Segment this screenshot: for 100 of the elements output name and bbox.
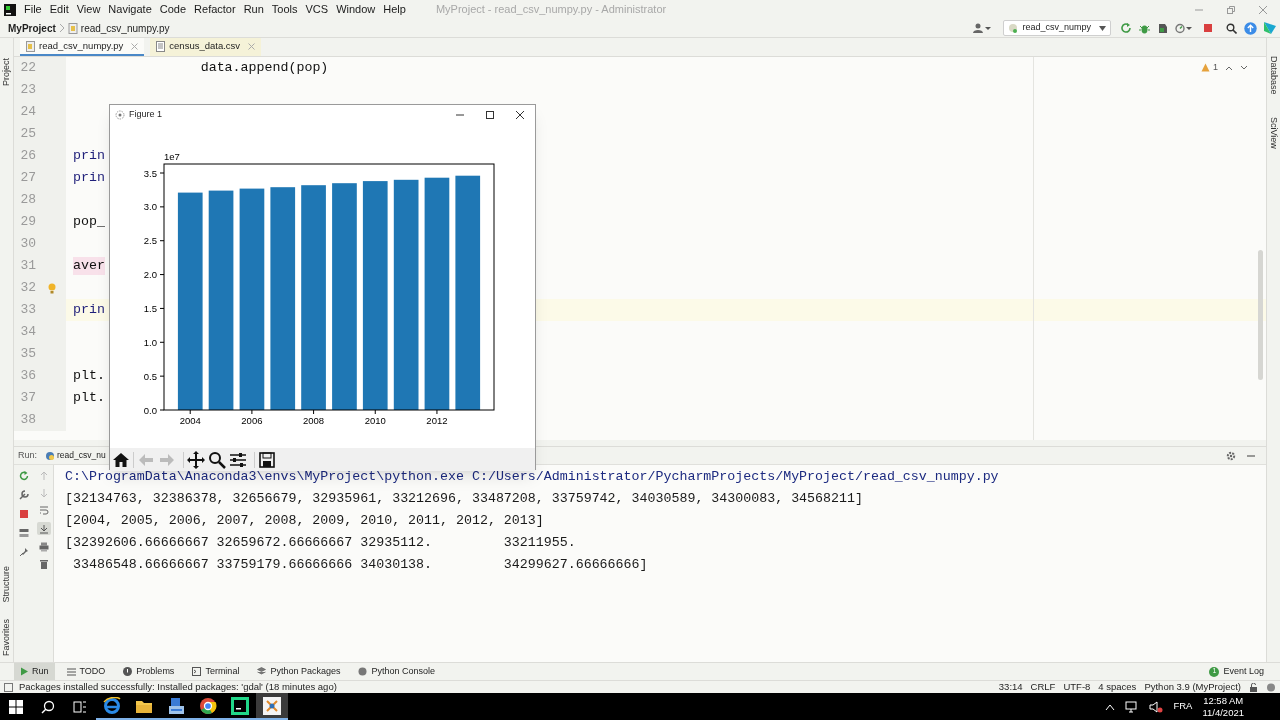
- chevron-icon: [57, 23, 66, 33]
- stop-icon[interactable]: [1203, 23, 1213, 33]
- code-text: pop_: [73, 213, 105, 231]
- tick-label: 0.0: [143, 404, 157, 416]
- scrollbar-thumb[interactable]: [1258, 250, 1263, 380]
- wrench-icon[interactable]: [19, 490, 29, 500]
- rerun-icon[interactable]: [19, 471, 29, 481]
- taskbar-app-button[interactable]: [256, 693, 288, 720]
- network-icon[interactable]: [1125, 700, 1140, 713]
- close-icon[interactable]: [515, 110, 525, 120]
- code-text: aver: [73, 257, 105, 275]
- python-file-icon: [67, 22, 78, 34]
- side-panel-tab[interactable]: Favorites: [0, 619, 14, 656]
- trash-icon[interactable]: [38, 559, 49, 569]
- tool-window-tab[interactable]: Run: [14, 663, 55, 680]
- tool-window-tab[interactable]: Problems: [117, 663, 181, 680]
- warning-icon: [1201, 63, 1210, 73]
- status-message: Packages installed successfully: Installed packages: 'gdal' (18 minutes ago): [19, 679, 337, 694]
- pan-icon[interactable]: [187, 450, 205, 469]
- soft-wrap-icon[interactable]: [38, 505, 49, 515]
- pin-icon[interactable]: [19, 547, 29, 557]
- line-number: 22: [19, 59, 36, 78]
- status-item[interactable]: 4 spaces: [1098, 679, 1137, 695]
- next-icon[interactable]: [1240, 64, 1248, 71]
- tick-mark: [189, 409, 191, 415]
- menu-item[interactable]: File: [20, 1, 46, 18]
- status-item[interactable]: UTF-8: [1063, 679, 1091, 695]
- side-panel-tab[interactable]: Project: [0, 58, 14, 86]
- profiler-icon[interactable]: [1175, 22, 1193, 34]
- tick-label: 2.5: [143, 235, 157, 247]
- tick-label: 2012: [426, 415, 448, 426]
- maximize-icon[interactable]: [485, 110, 495, 120]
- zoom-icon[interactable]: [208, 450, 226, 469]
- script-tab[interactable]: read_csv_nu: [43, 447, 106, 464]
- menu-item[interactable]: Edit: [45, 1, 73, 18]
- lightbulb-icon[interactable]: [48, 282, 56, 294]
- line-number: 24: [19, 103, 36, 122]
- breadcrumb-item[interactable]: read_csv_numpy.py: [80, 20, 170, 36]
- editor-tab[interactable]: read_csv_numpy.py: [20, 38, 145, 56]
- console-output-line: [32392606.66666667 32659672.66666667 32935112. 33211955.: [65, 534, 577, 552]
- menu-item[interactable]: Tools: [267, 1, 302, 18]
- search-icon[interactable]: [1226, 22, 1237, 34]
- scroll-to-end-button[interactable]: [36, 522, 51, 535]
- list-icon: [66, 667, 76, 676]
- restore-icon[interactable]: [1226, 4, 1236, 15]
- console-output-line: [2004, 2005, 2006, 2007, 2008, 2009, 2010, 2011, 2012, 2013]: [65, 512, 545, 530]
- volume-muted-icon[interactable]: [1149, 700, 1164, 713]
- menu-item[interactable]: Run: [239, 1, 268, 18]
- code-text: prin: [73, 169, 105, 187]
- code-text: prin: [73, 147, 105, 165]
- line-number: 29: [19, 213, 36, 232]
- update-icon[interactable]: [1244, 21, 1257, 35]
- tray-expand-icon[interactable]: [1105, 702, 1116, 711]
- layout-icon[interactable]: [19, 528, 29, 538]
- menu-item[interactable]: Navigate: [104, 1, 156, 18]
- console-output-line: C:\ProgramData\Anaconda3\envs\MyProject\python.exe C:/Users/Administrator/PycharmProjects/MyProject/read_csv_numpy.py: [65, 468, 1000, 486]
- side-panel-tab[interactable]: Database: [1266, 56, 1280, 95]
- menu-item[interactable]: VCS: [301, 1, 333, 18]
- editor-tab[interactable]: census_data.csv: [150, 38, 262, 56]
- tool-window-tab[interactable]: Terminal: [186, 663, 246, 680]
- menu-item[interactable]: Help: [379, 1, 410, 18]
- run-configuration-dropdown[interactable]: read_csv_numpy: [1003, 20, 1111, 36]
- print-icon[interactable]: [38, 542, 49, 552]
- clock[interactable]: 12:58 AM 11/4/2021: [1202, 694, 1244, 719]
- line-number: 35: [19, 345, 36, 364]
- task-view-icon[interactable]: [73, 699, 87, 714]
- csv-file-icon: [156, 40, 166, 52]
- menu-item[interactable]: Window: [332, 1, 380, 18]
- side-panel-tab[interactable]: Structure: [0, 566, 14, 603]
- tool-window-tab[interactable]: TODO: [60, 663, 112, 680]
- rerun-icon[interactable]: [1121, 22, 1132, 34]
- side-panel-tab[interactable]: SciView: [1266, 116, 1280, 149]
- search-icon[interactable]: [41, 699, 55, 714]
- keyboard-language[interactable]: FRA: [1173, 699, 1193, 714]
- home-icon[interactable]: [112, 450, 130, 469]
- menu-item[interactable]: Refactor: [190, 1, 240, 18]
- breadcrumb-item[interactable]: MyProject: [0, 20, 56, 36]
- save-icon[interactable]: [258, 450, 276, 469]
- tool-window-tab[interactable]: Python Packages: [251, 663, 347, 680]
- start-icon[interactable]: [9, 699, 23, 714]
- tick-mark: [159, 375, 165, 377]
- python-icon: [45, 450, 55, 461]
- tick-mark: [159, 341, 165, 343]
- menu-item[interactable]: View: [72, 1, 105, 18]
- lock-icon[interactable]: [1249, 682, 1258, 692]
- play-icon: [20, 667, 28, 676]
- sliders-icon[interactable]: [229, 450, 247, 469]
- menu-item[interactable]: Code: [155, 1, 191, 18]
- status-item[interactable]: Python 3.9 (MyProject): [1144, 679, 1241, 695]
- user-icon[interactable]: [973, 23, 992, 33]
- status-item[interactable]: CRLF: [1030, 679, 1056, 695]
- status-item[interactable]: 33:14: [998, 679, 1023, 695]
- tick-label: 1.5: [143, 302, 157, 314]
- python-file-icon: [26, 40, 35, 52]
- previous-icon[interactable]: [1225, 64, 1233, 71]
- interpreter-icon[interactable]: [1266, 682, 1276, 692]
- tool-window-tab[interactable]: Python Console: [352, 663, 441, 680]
- stop-icon[interactable]: [19, 509, 29, 519]
- settings-icon[interactable]: [1226, 450, 1236, 461]
- coverage-icon[interactable]: [1157, 22, 1168, 34]
